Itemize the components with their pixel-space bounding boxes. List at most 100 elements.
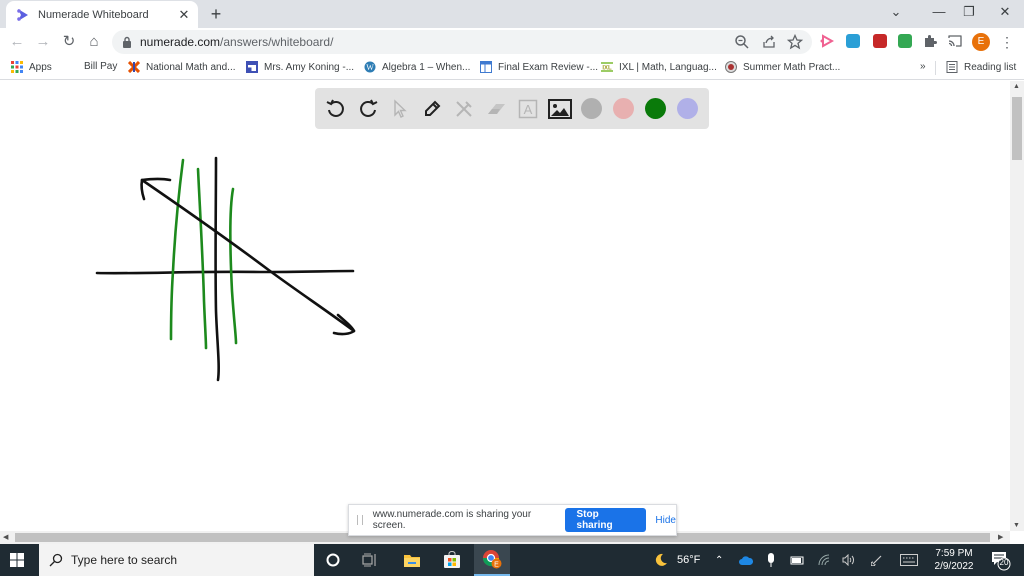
overflow-chevron-icon: » bbox=[920, 61, 926, 72]
image-icon bbox=[548, 99, 572, 119]
task-view-button[interactable] bbox=[352, 544, 388, 576]
back-button[interactable]: ← bbox=[8, 33, 26, 51]
tab-numerade-whiteboard[interactable]: Numerade Whiteboard ✕ bbox=[6, 1, 198, 28]
vertical-scrollbar[interactable]: ▲ ▼ bbox=[1010, 81, 1024, 531]
forward-button[interactable]: → bbox=[34, 33, 52, 51]
restore-button[interactable]: ❐ bbox=[954, 4, 984, 20]
file-explorer-button[interactable] bbox=[394, 544, 430, 576]
vertical-scroll-thumb[interactable] bbox=[1012, 97, 1022, 160]
action-center-button[interactable]: 20 bbox=[989, 544, 1011, 576]
microphone-icon[interactable] bbox=[767, 544, 775, 576]
cortana-button[interactable] bbox=[315, 544, 351, 576]
whiteboard-page: A bbox=[0, 81, 1010, 531]
store-bag-icon bbox=[444, 551, 460, 568]
zoom-icon[interactable] bbox=[734, 34, 750, 50]
search-icon bbox=[49, 553, 63, 567]
color-swatch-gray[interactable] bbox=[581, 98, 602, 119]
bookmark-summer-math[interactable]: Summer Math Pract... bbox=[725, 61, 840, 73]
tools-button[interactable] bbox=[452, 97, 476, 121]
tab-strip: Numerade Whiteboard ✕ + ⌄ — ❐ ✕ bbox=[0, 0, 1024, 28]
hide-button[interactable]: Hide bbox=[655, 515, 676, 526]
site-icon bbox=[725, 61, 737, 73]
image-tool-button[interactable] bbox=[548, 97, 572, 121]
drag-handle-icon[interactable] bbox=[357, 515, 363, 525]
bookmark-apps[interactable]: Apps bbox=[11, 61, 52, 73]
smile-extension-icon[interactable] bbox=[898, 34, 912, 48]
touch-keyboard-icon[interactable] bbox=[900, 544, 918, 576]
cast-icon[interactable] bbox=[948, 34, 962, 48]
address-bar[interactable]: numerade.com/answers/whiteboard/ bbox=[112, 30, 812, 54]
cloud-extension-icon[interactable] bbox=[846, 34, 860, 48]
cursor-arrow-icon bbox=[394, 99, 407, 118]
bookmark-star-icon[interactable] bbox=[787, 34, 803, 50]
chrome-menu-icon[interactable]: ⋮ bbox=[1000, 33, 1014, 51]
scroll-down-arrow-icon[interactable]: ▼ bbox=[1013, 522, 1020, 529]
share-icon[interactable] bbox=[761, 34, 777, 50]
bookmark-algebra-1[interactable]: W Algebra 1 – When... bbox=[364, 61, 470, 73]
microsoft-store-button[interactable] bbox=[434, 544, 470, 576]
screencastify-extension-icon[interactable] bbox=[820, 34, 834, 48]
svg-text:W: W bbox=[366, 63, 374, 72]
bookmark-label: IXL | Math, Languag... bbox=[619, 61, 717, 73]
select-tool-button[interactable] bbox=[388, 97, 412, 121]
color-swatch-lavender[interactable] bbox=[677, 98, 698, 119]
tab-close-icon[interactable]: ✕ bbox=[176, 7, 192, 23]
redo-button[interactable] bbox=[356, 97, 380, 121]
share-message: www.numerade.com is sharing your screen. bbox=[372, 509, 532, 531]
wordpress-icon: W bbox=[364, 61, 376, 73]
onedrive-icon[interactable] bbox=[739, 544, 753, 576]
moon-icon bbox=[655, 553, 667, 566]
bookmark-label: Algebra 1 – When... bbox=[382, 61, 471, 73]
reading-list-icon bbox=[946, 61, 958, 73]
color-swatch-green[interactable] bbox=[645, 98, 666, 119]
new-tab-button[interactable]: + bbox=[207, 4, 225, 25]
bookmark-bill-pay[interactable]: Bill Pay bbox=[84, 61, 117, 72]
windows-taskbar: Type here to search E 56°F ⌃ 7:59 PM 2/9… bbox=[0, 544, 1024, 576]
scroll-left-arrow-icon[interactable]: ◀ bbox=[3, 533, 8, 541]
color-swatch-pink[interactable] bbox=[613, 98, 634, 119]
weather-widget[interactable]: 56°F bbox=[654, 544, 700, 576]
bookmark-ixl[interactable]: IXL IXL | Math, Languag... bbox=[601, 61, 717, 73]
svg-text:E: E bbox=[494, 562, 499, 569]
bookmark-mrs-amy-koning[interactable]: Mrs. Amy Koning -... bbox=[246, 61, 354, 73]
pdf-extension-icon[interactable] bbox=[873, 34, 887, 48]
scroll-right-arrow-icon[interactable]: ▶ bbox=[998, 533, 1003, 541]
bookmark-label: Summer Math Pract... bbox=[743, 61, 841, 73]
screen-share-bar: www.numerade.com is sharing your screen.… bbox=[348, 504, 677, 536]
close-window-button[interactable]: ✕ bbox=[990, 4, 1020, 20]
cortana-circle-icon bbox=[326, 553, 340, 567]
reading-list-label: Reading list bbox=[964, 61, 1017, 73]
lock-icon bbox=[123, 36, 131, 48]
chrome-taskbar-button[interactable]: E bbox=[474, 544, 510, 576]
tab-search-icon[interactable]: ⌄ bbox=[881, 4, 911, 20]
stop-sharing-button[interactable]: Stop sharing bbox=[564, 508, 647, 532]
extensions-puzzle-icon[interactable] bbox=[923, 34, 937, 48]
green-line-3-stroke bbox=[228, 187, 238, 345]
volume-icon[interactable] bbox=[842, 544, 856, 576]
reload-button[interactable]: ↻ bbox=[60, 33, 78, 51]
show-hidden-icons-chevron-icon[interactable]: ⌃ bbox=[715, 544, 723, 576]
eraser-tool-button[interactable] bbox=[484, 97, 508, 121]
profile-avatar[interactable]: E bbox=[972, 33, 990, 51]
bookmark-label: Apps bbox=[29, 61, 52, 73]
notification-count: 20 bbox=[999, 558, 1009, 567]
reading-list-button[interactable]: Reading list bbox=[946, 61, 1016, 73]
bookmark-divider bbox=[935, 61, 936, 75]
undo-button[interactable] bbox=[324, 97, 348, 121]
battery-icon[interactable] bbox=[790, 544, 804, 576]
scroll-up-arrow-icon[interactable]: ▲ bbox=[1013, 83, 1020, 90]
wifi-icon[interactable] bbox=[818, 544, 831, 576]
windows-start-icon[interactable] bbox=[10, 553, 24, 567]
whiteboard-canvas[interactable] bbox=[0, 81, 1010, 531]
taskbar-search-box[interactable]: Type here to search bbox=[39, 544, 314, 576]
bookmarks-bar: Apps Bill Pay National Math and... Mrs. … bbox=[0, 56, 1024, 80]
minimize-button[interactable]: — bbox=[924, 4, 954, 19]
bookmark-final-exam-review[interactable]: Final Exam Review -... bbox=[480, 61, 598, 73]
taskbar-clock[interactable]: 7:59 PM 2/9/2022 bbox=[928, 547, 980, 573]
pen-tool-button[interactable] bbox=[420, 97, 444, 121]
text-tool-button[interactable]: A bbox=[516, 97, 540, 121]
bookmark-national-math[interactable]: National Math and... bbox=[128, 61, 236, 73]
pen-workspace-icon[interactable] bbox=[871, 544, 883, 576]
bookmarks-overflow-button[interactable]: » bbox=[920, 61, 926, 72]
home-button[interactable]: ⌂ bbox=[85, 33, 103, 51]
